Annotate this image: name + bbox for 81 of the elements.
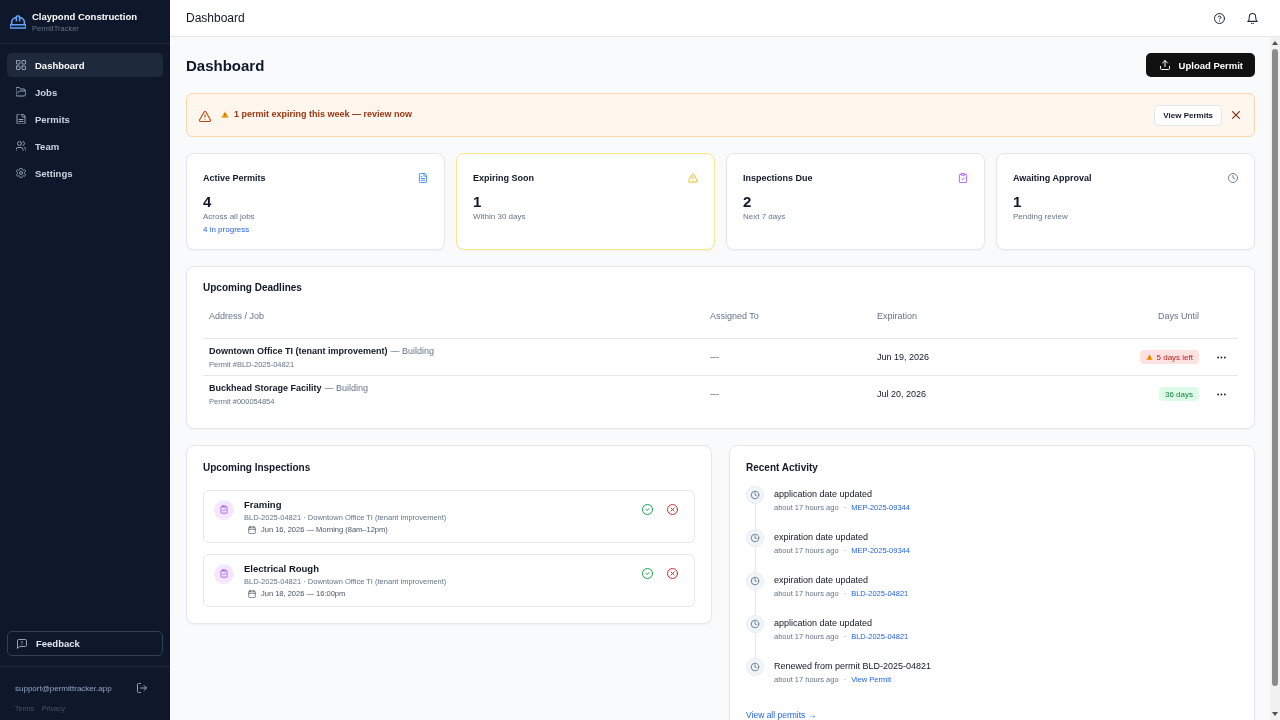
close-icon[interactable] [1232,111,1240,119]
document-icon [418,173,428,183]
warning-icon [199,110,211,122]
warning-icon [1145,353,1153,361]
column-header: Days Until [1157,311,1200,321]
stat-caption: Pending review [1013,212,1069,221]
assignee: — [710,389,719,399]
column-header: Address / Job [208,311,266,321]
activity-text: expiration date updated [774,532,870,542]
stat-value: 1 [1013,193,1023,211]
speech-bubble-icon [17,638,27,649]
help-icon[interactable] [1214,12,1225,24]
stat-label: Awaiting Approval [1013,173,1092,183]
company-name: Claypond Construction [32,10,138,22]
feedback-button[interactable]: Feedback [7,631,163,656]
days-left-badge: 36 days [1158,387,1199,401]
clipboard-check-icon [214,564,234,584]
card-title: Upcoming Deadlines [203,282,303,294]
folder-icon [16,87,26,97]
activity-text: Renewed from permit BLD-2025-04821 [774,661,932,671]
header-title: Dashboard [186,11,245,25]
upload-permit-button[interactable]: Upload Permit [1145,53,1255,77]
column-header: Assigned To [709,311,760,321]
activity-text: expiration date updated [774,575,870,585]
x-circle-icon[interactable] [667,568,678,579]
nav-item[interactable]: Permits [7,107,163,131]
clipboard-check-icon [958,173,968,183]
hard-hat-icon [10,14,26,29]
activity-text: application date updated [774,618,874,628]
logout-icon[interactable] [137,683,147,693]
view-all-link[interactable]: View all permits → [746,710,817,720]
account-email: support@permittracker.app [15,683,112,693]
scrollbar[interactable] [1270,37,1280,720]
inspection-title: Electrical Rough [244,563,320,574]
stat-value: 2 [743,193,753,211]
grid-icon [16,60,26,70]
days-left-text: 5 days left [1156,352,1193,362]
permit-type: — Building [390,345,435,356]
alert-message: 1 permit expiring this week — review now [234,109,413,119]
card-title: Upcoming Inspections [203,462,312,474]
assignee: — [710,352,719,362]
warning-icon [688,173,698,183]
calendar-icon [248,525,256,534]
job-name: Downtown Office TI (tenant improvement) [209,345,388,356]
document-icon [16,114,26,124]
expiration-date: Jun 19, 2026 [877,352,930,362]
stat-caption: Next 7 days [743,212,787,221]
nav-item[interactable]: Dashboard [7,53,163,77]
stat-note: 4 in progress [203,225,251,234]
check-circle-icon[interactable] [642,568,653,579]
clock-icon [1228,173,1238,183]
more-icon[interactable] [1217,392,1226,396]
activity-text: application date updated [774,489,874,499]
clipboard-check-icon [214,500,234,520]
nav-item[interactable]: Team [7,134,163,158]
column-header: Expiration [876,311,919,321]
stat-caption: Across all jobs [203,212,256,221]
nav-item[interactable]: Jobs [7,80,163,104]
page-title: Dashboard [186,56,265,74]
card-title: Recent Activity [746,462,819,474]
job-name: Buckhead Storage Facility [209,382,322,393]
stat-label: Active Permits [203,173,266,183]
inspection-title: Framing [244,499,283,510]
stat-label: Expiring Soon [473,173,534,183]
expiration-date: Jul 20, 2026 [877,389,927,399]
gear-icon [16,168,26,178]
nav-item[interactable]: Settings [7,161,163,185]
people-icon [16,141,26,151]
x-circle-icon[interactable] [667,504,678,515]
calendar-icon [248,589,256,598]
stat-value: 4 [203,193,213,211]
view-permits-button[interactable]: View Permits [1154,104,1222,126]
stat-label: Inspections Due [743,173,813,183]
bell-icon[interactable] [1247,12,1258,24]
check-circle-icon[interactable] [642,504,653,515]
warning-icon [221,110,229,118]
permit-type: — Building [324,382,369,393]
stat-caption: Within 30 days [473,212,527,221]
more-icon[interactable] [1217,355,1226,359]
stat-value: 1 [473,193,483,211]
upload-icon [1159,60,1170,70]
